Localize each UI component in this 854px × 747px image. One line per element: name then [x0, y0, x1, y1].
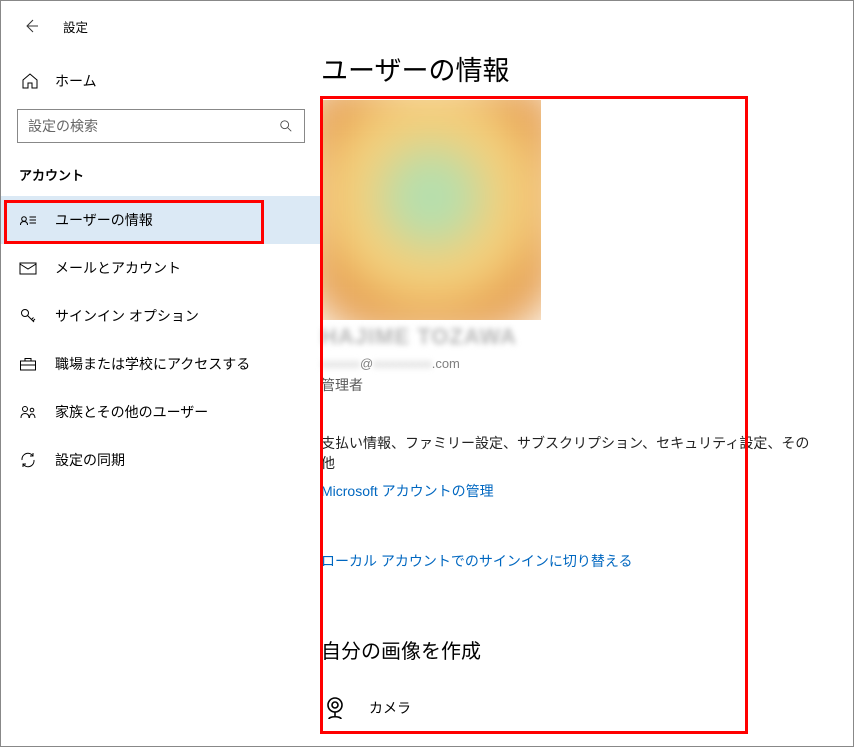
home-label: ホーム	[55, 71, 97, 91]
camera-icon	[321, 694, 349, 722]
window-header: 設定	[1, 5, 321, 47]
key-icon	[19, 307, 37, 325]
email-local-part: xxxxxx	[321, 356, 360, 371]
switch-local-account-link[interactable]: ローカル アカウントでのサインインに切り替える	[321, 551, 632, 571]
home-icon	[21, 72, 39, 90]
sidebar-item-email-accounts[interactable]: メールとアカウント	[1, 244, 321, 292]
user-info-section: HAJIME TOZAWA xxxxxx @ xxxxxxxxx .com 管理…	[321, 100, 823, 747]
arrow-left-icon	[23, 18, 39, 34]
image-option-camera[interactable]: カメラ	[321, 690, 823, 726]
mail-icon	[19, 259, 37, 277]
app-title: 設定	[63, 17, 88, 36]
sidebar-item-family-other[interactable]: 家族とその他のユーザー	[1, 388, 321, 436]
sidebar-nav-list: ユーザーの情報 メールとアカウント サインイ	[1, 196, 321, 484]
page-title: ユーザーの情報	[321, 49, 823, 88]
sidebar: 設定 ホーム アカウント	[1, 1, 321, 746]
sidebar-item-sync[interactable]: 設定の同期	[1, 436, 321, 484]
search-icon	[278, 118, 294, 134]
sidebar-item-work-school[interactable]: 職場または学校にアクセスする	[1, 340, 321, 388]
content-inner: ユーザーの情報 HAJIME TOZAWA xxxxxx @ xxxxxxxxx…	[321, 49, 823, 747]
create-image-heading: 自分の画像を作成	[321, 635, 823, 664]
user-name: HAJIME TOZAWA	[321, 324, 823, 350]
sidebar-item-label: 職場または学校にアクセスする	[55, 354, 250, 374]
sidebar-item-label: メールとアカウント	[55, 258, 181, 278]
sidebar-section-label: アカウント	[1, 143, 321, 196]
briefcase-icon	[19, 355, 37, 373]
search-input[interactable]	[28, 118, 278, 134]
sync-icon	[19, 451, 37, 469]
sidebar-item-label: 設定の同期	[55, 450, 125, 470]
camera-label: カメラ	[369, 698, 411, 718]
back-button[interactable]	[21, 16, 41, 36]
email-domain: xxxxxxxxx	[373, 356, 432, 371]
search-box[interactable]	[17, 109, 305, 143]
content-area: ユーザーの情報 HAJIME TOZAWA xxxxxx @ xxxxxxxxx…	[321, 1, 853, 746]
user-role: 管理者	[321, 375, 823, 395]
sidebar-item-signin-options[interactable]: サインイン オプション	[1, 292, 321, 340]
people-icon	[19, 403, 37, 421]
avatar-image	[321, 100, 541, 320]
billing-description: 支払い情報、ファミリー設定、サブスクリプション、セキュリティ設定、その他	[321, 433, 823, 473]
home-nav[interactable]: ホーム	[1, 59, 321, 103]
sidebar-item-your-info[interactable]: ユーザーの情報	[1, 196, 321, 244]
email-suffix: .com	[432, 356, 460, 371]
user-avatar	[321, 100, 541, 320]
sidebar-item-label: サインイン オプション	[55, 306, 199, 326]
search-wrap	[17, 109, 305, 143]
settings-window: 設定 ホーム アカウント	[0, 0, 854, 747]
user-email: xxxxxx @ xxxxxxxxx .com	[321, 356, 823, 371]
email-at: @	[360, 356, 373, 371]
user-card-icon	[19, 211, 37, 229]
sidebar-item-label: 家族とその他のユーザー	[55, 402, 208, 422]
manage-account-link[interactable]: Microsoft アカウントの管理	[321, 481, 494, 501]
sidebar-item-label: ユーザーの情報	[55, 210, 153, 230]
